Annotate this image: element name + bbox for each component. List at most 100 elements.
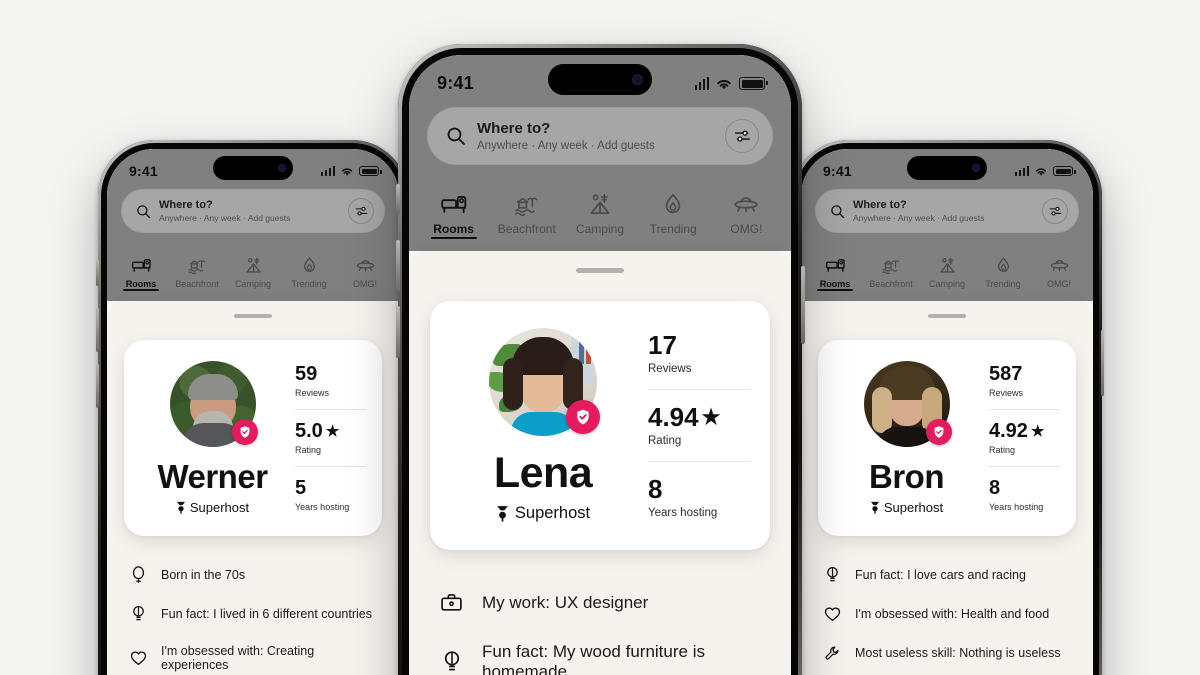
- dimmed-header-left: 9:41 Where to? Anywhere · Any week · Add…: [107, 149, 399, 301]
- volume-down-button[interactable]: [395, 306, 400, 358]
- stat-label: Rating: [989, 445, 1016, 455]
- medal-icon: [870, 501, 879, 514]
- stat-reviews: 587 Reviews: [989, 364, 1060, 409]
- search-text-center: Where to? Anywhere · Any week · Add gues…: [477, 119, 725, 154]
- fact-item: Fun fact: I lived in 6 different countri…: [129, 605, 377, 623]
- power-button[interactable]: [800, 266, 805, 344]
- tab-rooms[interactable]: Rooms: [113, 256, 169, 291]
- profile-sheet-left: Werner Superhost 59 Reviews 5.0 ★ Rating…: [107, 301, 399, 675]
- search-icon: [137, 204, 151, 218]
- volume-down-button[interactable]: [96, 364, 99, 408]
- tab-trending[interactable]: Trending: [637, 192, 710, 236]
- verified-badge-center: [566, 400, 600, 434]
- profile-card-right[interactable]: Bron Superhost 587 Reviews 4.92 ★ Rating…: [818, 340, 1076, 536]
- tab-label: Camping: [575, 222, 625, 236]
- profile-stats-center: 17 Reviews 4.94 ★ Rating 8 Years hosting: [648, 332, 750, 519]
- fact-item: Most useless skill: Nothing is useless: [823, 644, 1071, 662]
- tab-beachfront[interactable]: Beachfront: [490, 192, 563, 236]
- phone-center: 9:41 Where to? Anywhere · Any week · Add…: [395, 44, 805, 675]
- ufo-icon: [356, 260, 374, 272]
- wifi-icon: [717, 79, 731, 89]
- profile-name-left: Werner: [157, 458, 268, 495]
- filter-sliders-icon: [355, 206, 367, 215]
- profile-card-left[interactable]: Werner Superhost 59 Reviews 5.0 ★ Rating…: [124, 340, 382, 536]
- battery-icon: [359, 166, 382, 176]
- volume-up-button[interactable]: [96, 308, 99, 352]
- star-icon: ★: [325, 422, 340, 440]
- tab-rooms[interactable]: Rooms: [417, 192, 490, 239]
- power-button[interactable]: [1101, 330, 1104, 396]
- sheet-drag-handle[interactable]: [234, 314, 272, 318]
- search-bar-left[interactable]: Where to? Anywhere · Any week · Add gues…: [121, 189, 385, 233]
- superhost-badge-left: Superhost: [176, 500, 249, 515]
- filter-button-center[interactable]: [725, 119, 759, 153]
- tab-label: Rooms: [819, 279, 851, 289]
- active-tab-underline: [430, 236, 477, 239]
- stat-value: 8: [989, 477, 1001, 499]
- fact-text: Fun fact: I love cars and racing: [855, 568, 1026, 582]
- tab-camping[interactable]: Camping: [919, 256, 975, 289]
- tab-camping[interactable]: Camping: [563, 192, 636, 236]
- profile-identity-left: Werner Superhost: [140, 361, 285, 515]
- search-text-left: Where to? Anywhere · Any week · Add gues…: [159, 198, 348, 224]
- tab-label: OMG!: [1047, 279, 1071, 289]
- mute-switch[interactable]: [395, 184, 400, 214]
- profile-stats-right: 587 Reviews 4.92 ★ Rating 8 Years hostin…: [989, 364, 1060, 512]
- search-text-right: Where to? Anywhere · Any week · Add gues…: [853, 198, 1042, 224]
- tab-beachfront[interactable]: Beachfront: [863, 256, 919, 289]
- profile-card-center[interactable]: Lena Superhost 17 Reviews 4.94 ★ Rating …: [430, 301, 770, 550]
- stat-value: 8: [648, 474, 663, 504]
- tab-omg[interactable]: OMG!: [710, 192, 783, 236]
- search-bar-center[interactable]: Where to? Anywhere · Any week · Add gues…: [427, 107, 773, 165]
- bed-icon: [825, 259, 845, 272]
- facts-list-right: Fun fact: I love cars and racing I'm obs…: [823, 566, 1071, 675]
- category-tabs-left: Rooms Beachfront Camping Trending OMG!: [113, 243, 393, 291]
- app-center: 9:41 Where to? Anywhere · Any week · Add…: [409, 55, 791, 675]
- stat-label: Years hosting: [648, 507, 718, 519]
- mute-switch[interactable]: [96, 260, 99, 286]
- filter-button-right[interactable]: [1042, 198, 1068, 224]
- stat-label: Reviews: [989, 388, 1024, 398]
- lightbulb-icon: [439, 650, 464, 675]
- tab-label: Trending: [291, 279, 327, 289]
- sheet-drag-handle[interactable]: [576, 268, 624, 273]
- search-subtitle: Anywhere · Any week · Add guests: [159, 213, 291, 223]
- volume-up-button[interactable]: [395, 240, 400, 292]
- tab-camping[interactable]: Camping: [225, 256, 281, 289]
- stat-rating: 5.0 ★ Rating: [295, 409, 366, 466]
- medal-icon: [497, 506, 508, 522]
- stat-value: 4.92: [989, 420, 1028, 442]
- fact-text: I'm obsessed with: Creating experiences: [161, 644, 315, 672]
- search-icon: [831, 204, 845, 218]
- cellular-bars-icon: [694, 77, 709, 90]
- tab-label: Trending: [985, 279, 1021, 289]
- sheet-drag-handle[interactable]: [928, 314, 966, 318]
- tab-label: OMG!: [353, 279, 377, 289]
- tab-trending[interactable]: Trending: [975, 256, 1031, 289]
- superhost-label: Superhost: [514, 504, 591, 522]
- search-bar-right[interactable]: Where to? Anywhere · Any week · Add gues…: [815, 189, 1079, 233]
- tab-beachfront[interactable]: Beachfront: [169, 256, 225, 289]
- stat-value: 59: [295, 363, 318, 385]
- beach-hut-icon: [514, 197, 538, 216]
- app-right: 9:41 Where to? Anywhere · Any week · Add…: [801, 149, 1093, 675]
- stat-years: 8 Years hosting: [648, 461, 750, 519]
- stat-value-wrap: 5.0 ★: [295, 421, 366, 441]
- status-bar-right: 9:41: [801, 149, 1093, 183]
- verified-shield-icon: [240, 426, 249, 438]
- tab-trending[interactable]: Trending: [281, 256, 337, 289]
- fact-text: Fun fact: My wood furniture is homemade: [482, 642, 705, 675]
- verified-shield-icon: [934, 426, 943, 438]
- stat-label: Reviews: [648, 363, 692, 375]
- superhost-label: Superhost: [189, 500, 250, 515]
- tab-rooms[interactable]: Rooms: [807, 256, 863, 291]
- beach-hut-icon: [881, 260, 899, 275]
- tab-omg[interactable]: OMG!: [1031, 256, 1087, 289]
- stat-years: 8 Years hosting: [989, 466, 1060, 512]
- dimmed-header-center: 9:41 Where to? Anywhere · Any week · Add…: [409, 55, 791, 251]
- tab-label: Camping: [928, 279, 966, 289]
- stat-value: 5: [295, 477, 307, 499]
- filter-button-left[interactable]: [348, 198, 374, 224]
- tab-omg[interactable]: OMG!: [337, 256, 393, 289]
- dynamic-island: [213, 156, 293, 180]
